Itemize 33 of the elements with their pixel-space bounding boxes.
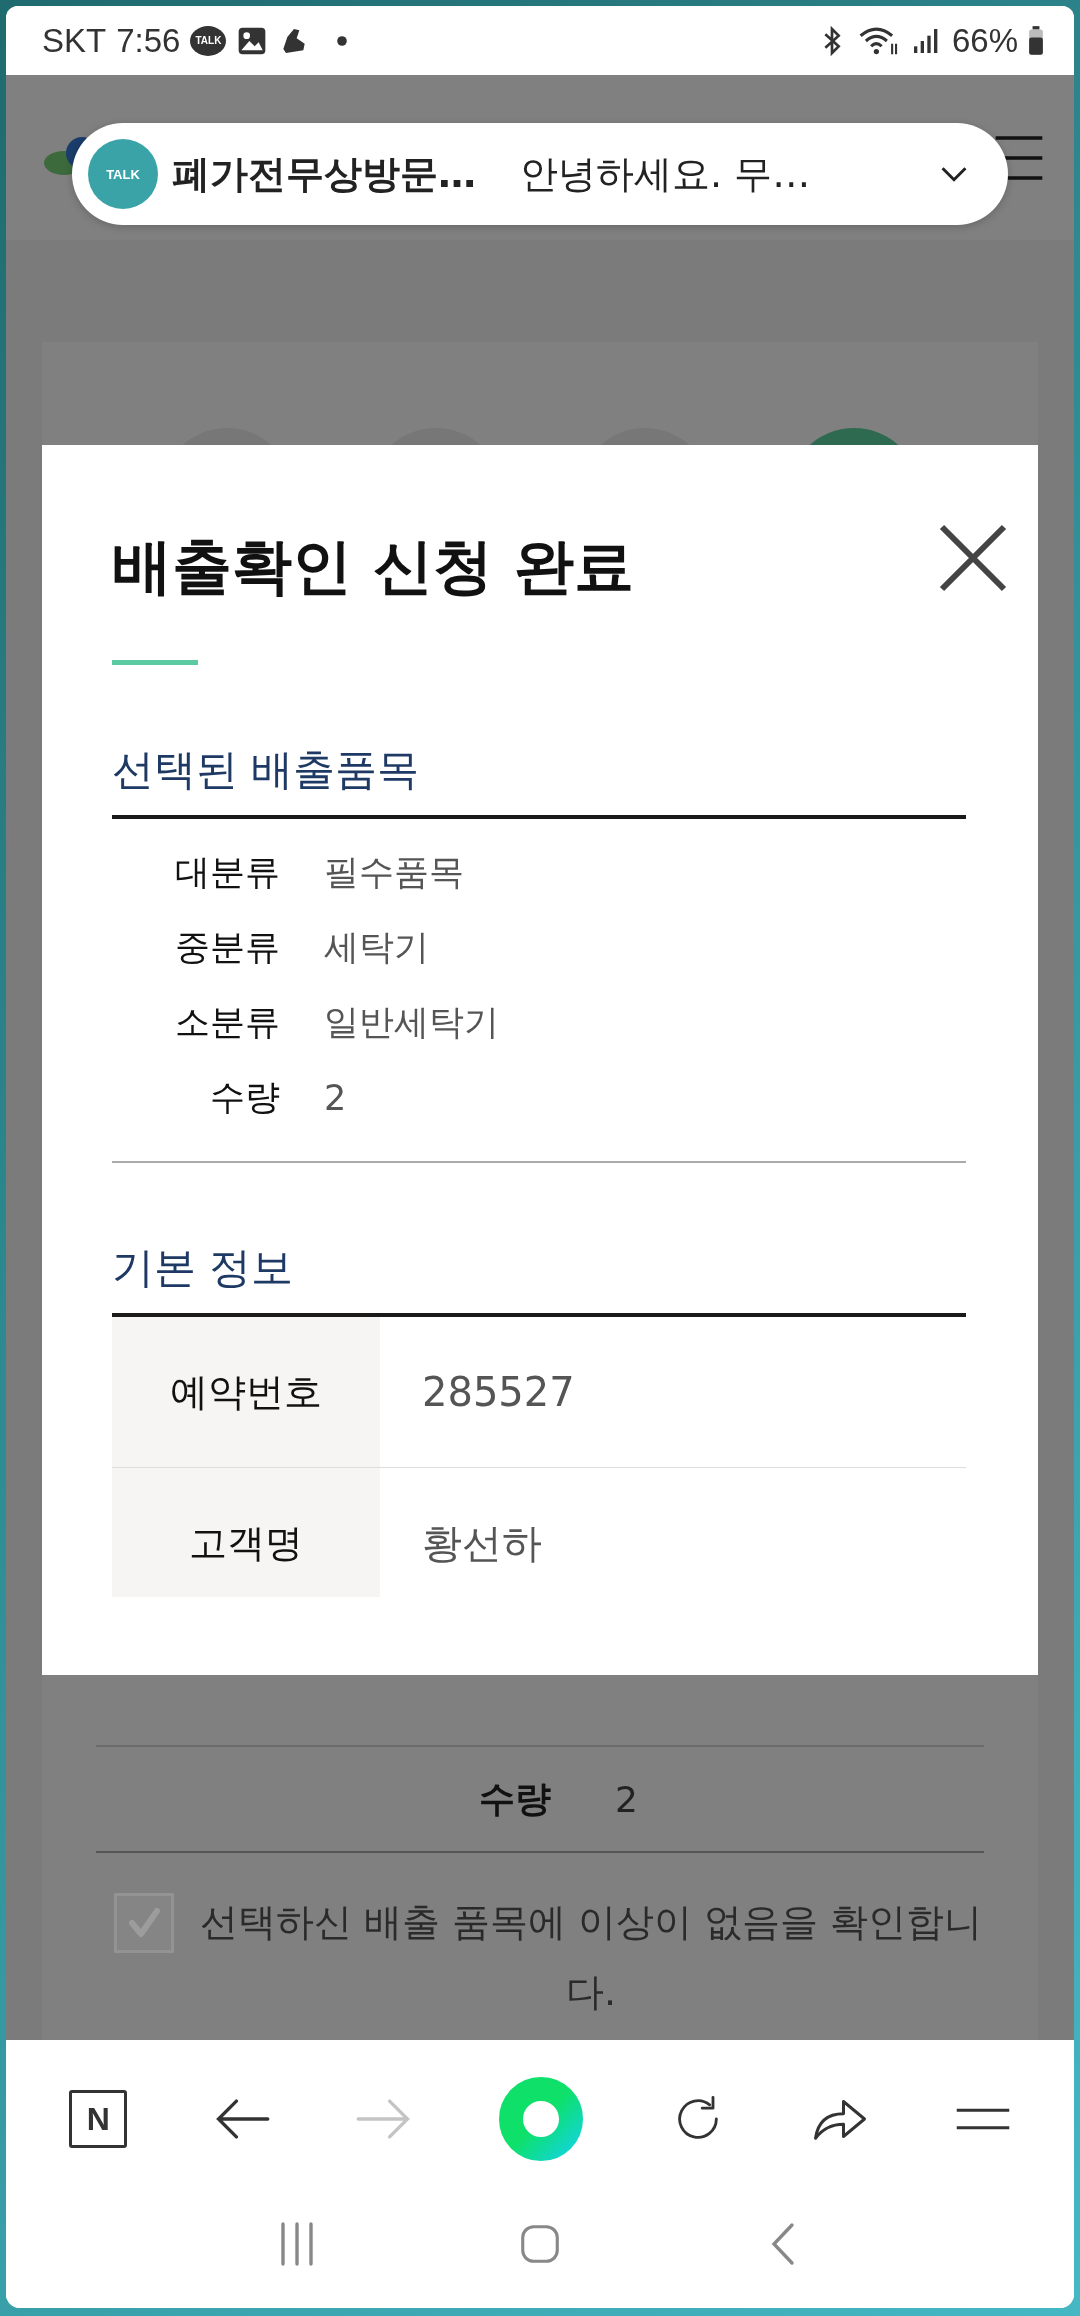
close-icon[interactable] [938,523,1008,593]
row-label: 수량 [209,1076,280,1119]
row-value: 필수품목 [324,851,464,894]
row-value: 2 [615,1778,638,1820]
table-cell-text: 황선하 [421,1518,542,1568]
row-value: 일반세탁기 [324,1001,499,1044]
section-heading: 기본 정보 [112,1243,295,1293]
home-icon[interactable] [520,2222,560,2266]
notification-title: 폐가전무상방문… [172,150,476,198]
row-value: 2 [324,1077,347,1118]
table-cell-text: 285527 [421,1368,575,1417]
carrier-label: SKT [42,21,107,60]
table-header-cell: 예약번호 [112,1317,380,1467]
table-header-cell: 고객명 [112,1468,380,1597]
notification-message: 안녕하세요. 무… [520,150,812,198]
row-label: 대분류 [174,851,280,894]
chat-bubble-icon: TALK [190,25,227,56]
dot-icon [336,34,349,47]
battery-icon [1028,25,1044,56]
home-button[interactable]: N [69,2090,128,2148]
row-label: 수량 [478,1776,551,1821]
section-heading: 선택된 배출품목 [112,745,421,795]
battery-percent: 66% [951,21,1018,60]
clock: 7:56 [116,21,181,60]
checkbox[interactable] [114,1893,174,1953]
row-value: 세탁기 [324,926,429,969]
modal-title: 배출확인 신청 완료 [112,530,634,603]
row-label: 소분류 [174,1001,280,1044]
row-label: 중분류 [174,926,280,969]
chat-app-icon: TALK [88,139,158,209]
confirm-text: 선택하신 배출 품목에 이상이 없음을 확인합니다. [198,1899,984,2016]
chevron-down-icon[interactable] [940,166,968,182]
chat-notification[interactable]: TALK 폐가전무상방문… 안녕하세요. 무… [72,123,1008,225]
